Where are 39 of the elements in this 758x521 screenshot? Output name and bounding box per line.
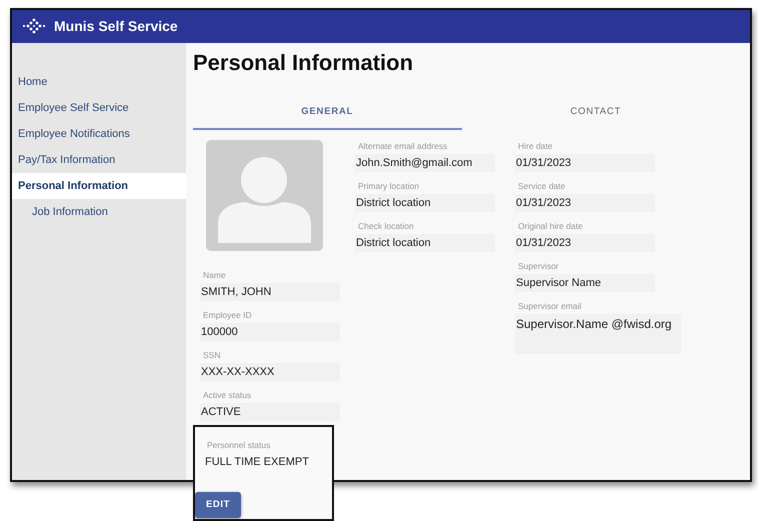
field-label: Primary location: [357, 180, 419, 194]
page-title: Personal Information: [193, 49, 414, 77]
field-label: Service date: [517, 180, 566, 194]
logo-icon: [22, 18, 46, 36]
tab[interactable]: CONTACT: [462, 101, 730, 130]
field-label: Original hire date: [517, 220, 583, 234]
field-label: Name: [202, 269, 226, 282]
avatar-icon: [206, 140, 323, 252]
field-label: SSN: [202, 349, 220, 362]
sidebar-item[interactable]: Job Information: [12, 199, 186, 225]
sidebar-item[interactable]: Employee Self Service: [12, 95, 186, 121]
field-label: Supervisor email: [517, 300, 582, 314]
field-label: Supervisor: [517, 260, 559, 274]
sidebar-item[interactable]: Employee Notifications: [12, 121, 186, 147]
field-label: Active status: [202, 389, 252, 402]
app-title: Munis Self Service: [54, 17, 178, 36]
field-label: Employee ID: [202, 309, 252, 322]
field-value: 01/31/2023: [515, 154, 655, 172]
sidebar-item[interactable]: Home: [12, 69, 186, 95]
field-value: FULL TIME EXEMPT: [204, 455, 310, 470]
field-label: Personnel status: [206, 439, 270, 452]
field-value: 100000: [200, 323, 340, 342]
sidebar-item[interactable]: Pay/Tax Information: [12, 147, 186, 173]
tab[interactable]: GENERAL: [193, 101, 462, 130]
field-value: District location: [355, 194, 495, 212]
field-value: 01/31/2023: [515, 234, 655, 252]
field-label: Hire date: [517, 140, 552, 154]
field-value: Supervisor Name: [515, 274, 655, 292]
field-value: XXX-XX-XXXX: [200, 363, 340, 382]
field-value: SMITH, JOHN: [200, 283, 340, 302]
edit-button[interactable]: EDIT: [195, 492, 242, 518]
field-value: 01/31/2023: [515, 194, 655, 212]
field-label: Check location: [357, 220, 414, 234]
field-value: ACTIVE: [200, 403, 340, 422]
field-value: Supervisor.Name @fwisd.org: [515, 314, 681, 354]
field-value: John.Smith@gmail.com: [355, 154, 495, 172]
field-label: Alternate email address: [357, 140, 448, 154]
field-value: District location: [355, 234, 495, 252]
sidebar-item[interactable]: Personal Information: [12, 173, 186, 199]
